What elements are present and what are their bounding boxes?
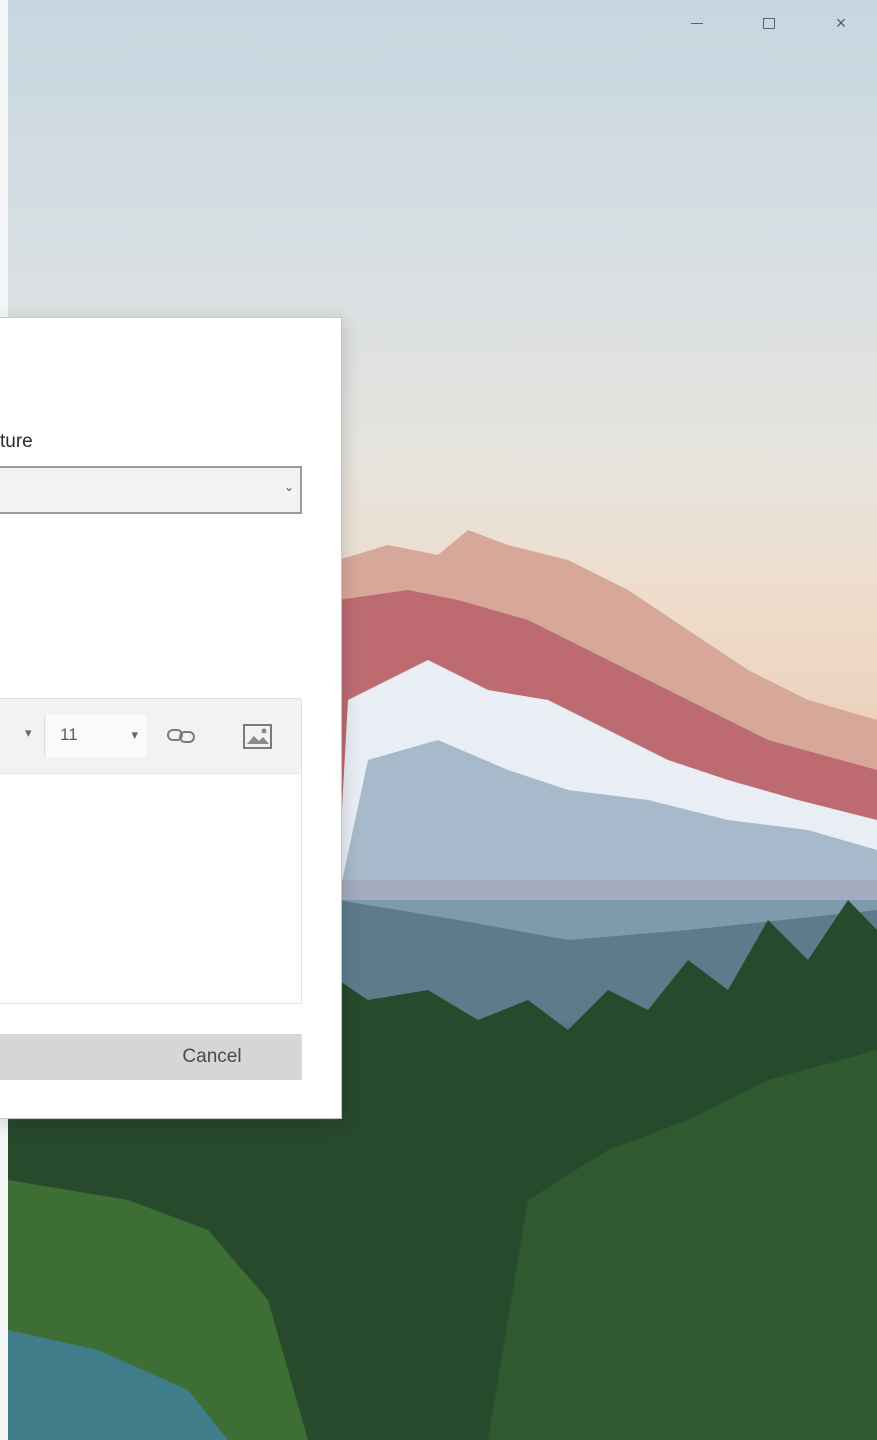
font-size-dropdown[interactable]: 11 ▾ xyxy=(46,715,146,757)
signature-dialog: ture ⌄ ▾ 11 ▾ Cancel xyxy=(0,317,342,1119)
minimize-icon xyxy=(691,22,703,24)
toolbar-divider xyxy=(44,715,45,755)
signature-select[interactable]: ⌄ xyxy=(0,466,302,514)
font-size-value: 11 xyxy=(60,725,78,744)
signature-editor: ▾ 11 ▾ xyxy=(0,698,302,1004)
editor-text-area[interactable] xyxy=(0,774,301,1003)
close-icon: × xyxy=(835,12,847,33)
format-toolbar: ▾ 11 ▾ xyxy=(0,699,301,774)
chevron-down-icon: ⌄ xyxy=(283,480,294,494)
insert-image-icon[interactable] xyxy=(242,723,274,751)
cancel-button[interactable]: Cancel xyxy=(0,1034,302,1080)
maximize-icon xyxy=(763,17,775,29)
maximize-button[interactable] xyxy=(733,0,805,46)
field-label: ture xyxy=(0,431,33,452)
font-dropdown-arrow[interactable]: ▾ xyxy=(25,725,32,741)
window-caption-buttons: × xyxy=(661,0,877,46)
link-icon[interactable] xyxy=(165,723,199,749)
minimize-button[interactable] xyxy=(661,0,733,46)
close-button[interactable]: × xyxy=(805,0,877,46)
chevron-down-icon: ▾ xyxy=(131,727,138,742)
